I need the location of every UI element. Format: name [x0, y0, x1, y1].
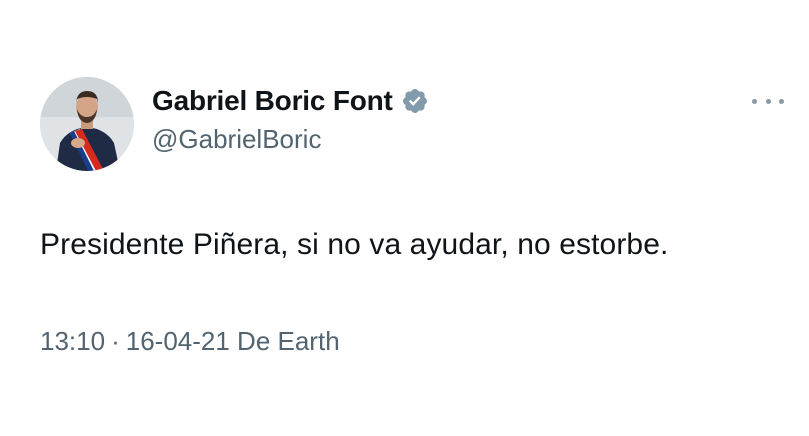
more-dot: [752, 98, 757, 104]
tweet-date-source[interactable]: 16-04-21 De Earth: [126, 326, 340, 356]
author-display-name[interactable]: Gabriel Boric Font: [152, 85, 393, 117]
more-dot: [765, 98, 771, 104]
more-options-icon[interactable]: [752, 92, 784, 110]
tweet-card: Gabriel Boric Font @GabrielBoric Preside…: [0, 0, 809, 436]
tweet-author: Gabriel Boric Font @GabrielBoric: [152, 84, 429, 155]
tweet-text: Presidente Piñera, si no va ayudar, no e…: [40, 228, 669, 261]
avatar[interactable]: [40, 77, 134, 171]
tweet-time[interactable]: 13:10: [40, 326, 105, 356]
meta-separator: ·: [111, 326, 120, 356]
tweet-meta: 13:10 · 16-04-21 De Earth: [40, 326, 340, 357]
more-dot: [779, 98, 784, 104]
avatar-image: [40, 77, 134, 171]
verified-badge-icon[interactable]: [401, 87, 429, 115]
author-handle[interactable]: @GabrielBoric: [152, 124, 429, 155]
author-name-row: Gabriel Boric Font: [152, 84, 429, 118]
